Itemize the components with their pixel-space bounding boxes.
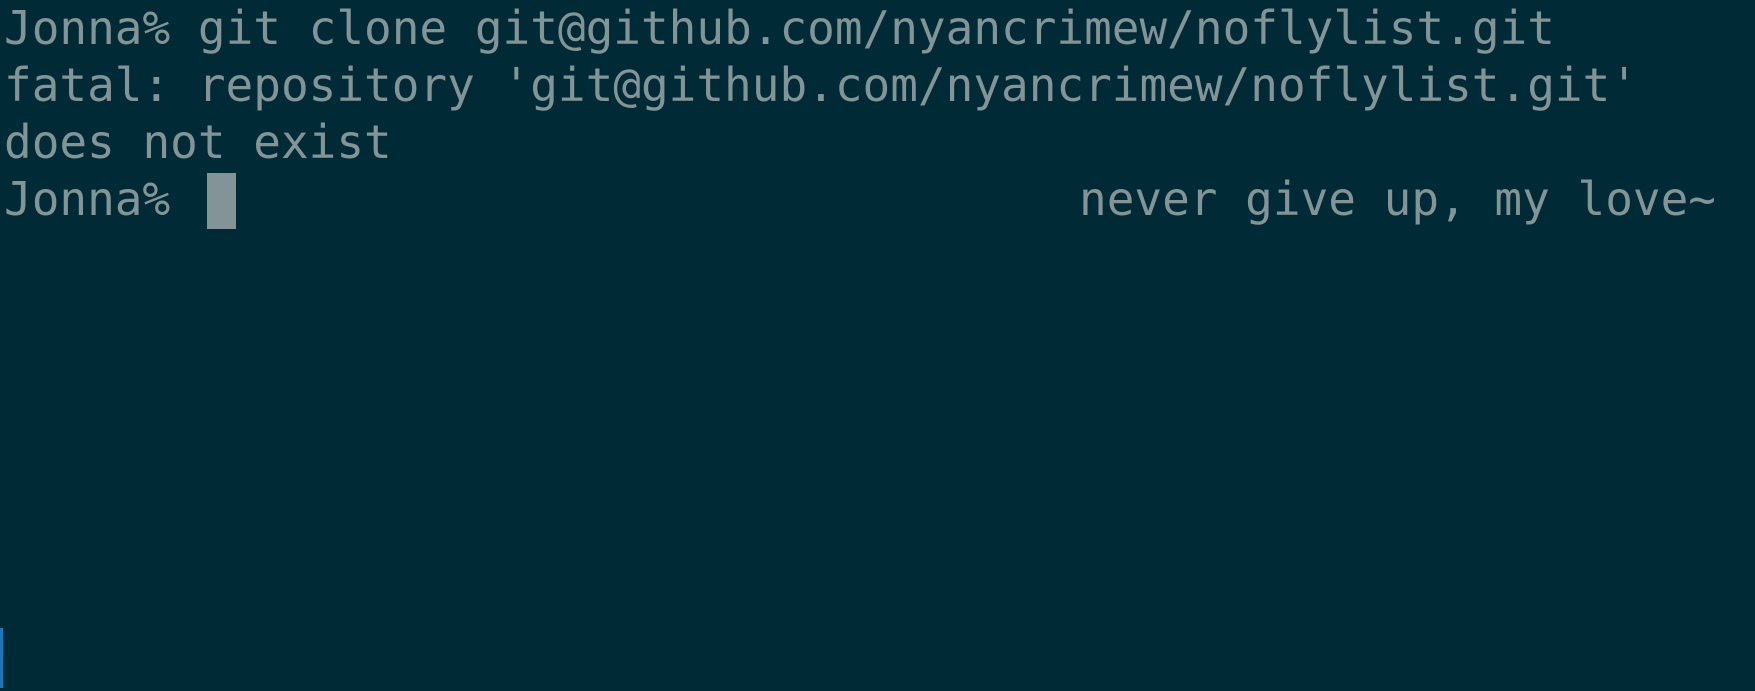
terminal-window[interactable]: Jonna% git clone git@github.com/nyancrim… [0, 0, 1755, 691]
command-text: git clone git@github.com/nyancrimew/nofl… [197, 1, 1555, 55]
error-output-line: fatal: repository 'git@github.com/nyancr… [4, 58, 1638, 112]
command-line: Jonna% git clone git@github.com/nyancrim… [4, 0, 1555, 57]
text-cursor [207, 173, 236, 229]
right-prompt: never give up, my love~ [1079, 172, 1716, 226]
prompt: Jonna% [4, 172, 171, 226]
scroll-indicator [0, 628, 3, 688]
active-prompt-line[interactable]: Jonna% [4, 171, 170, 228]
error-output-line-continued: does not exist [4, 115, 392, 169]
prompt: Jonna% [4, 1, 171, 55]
